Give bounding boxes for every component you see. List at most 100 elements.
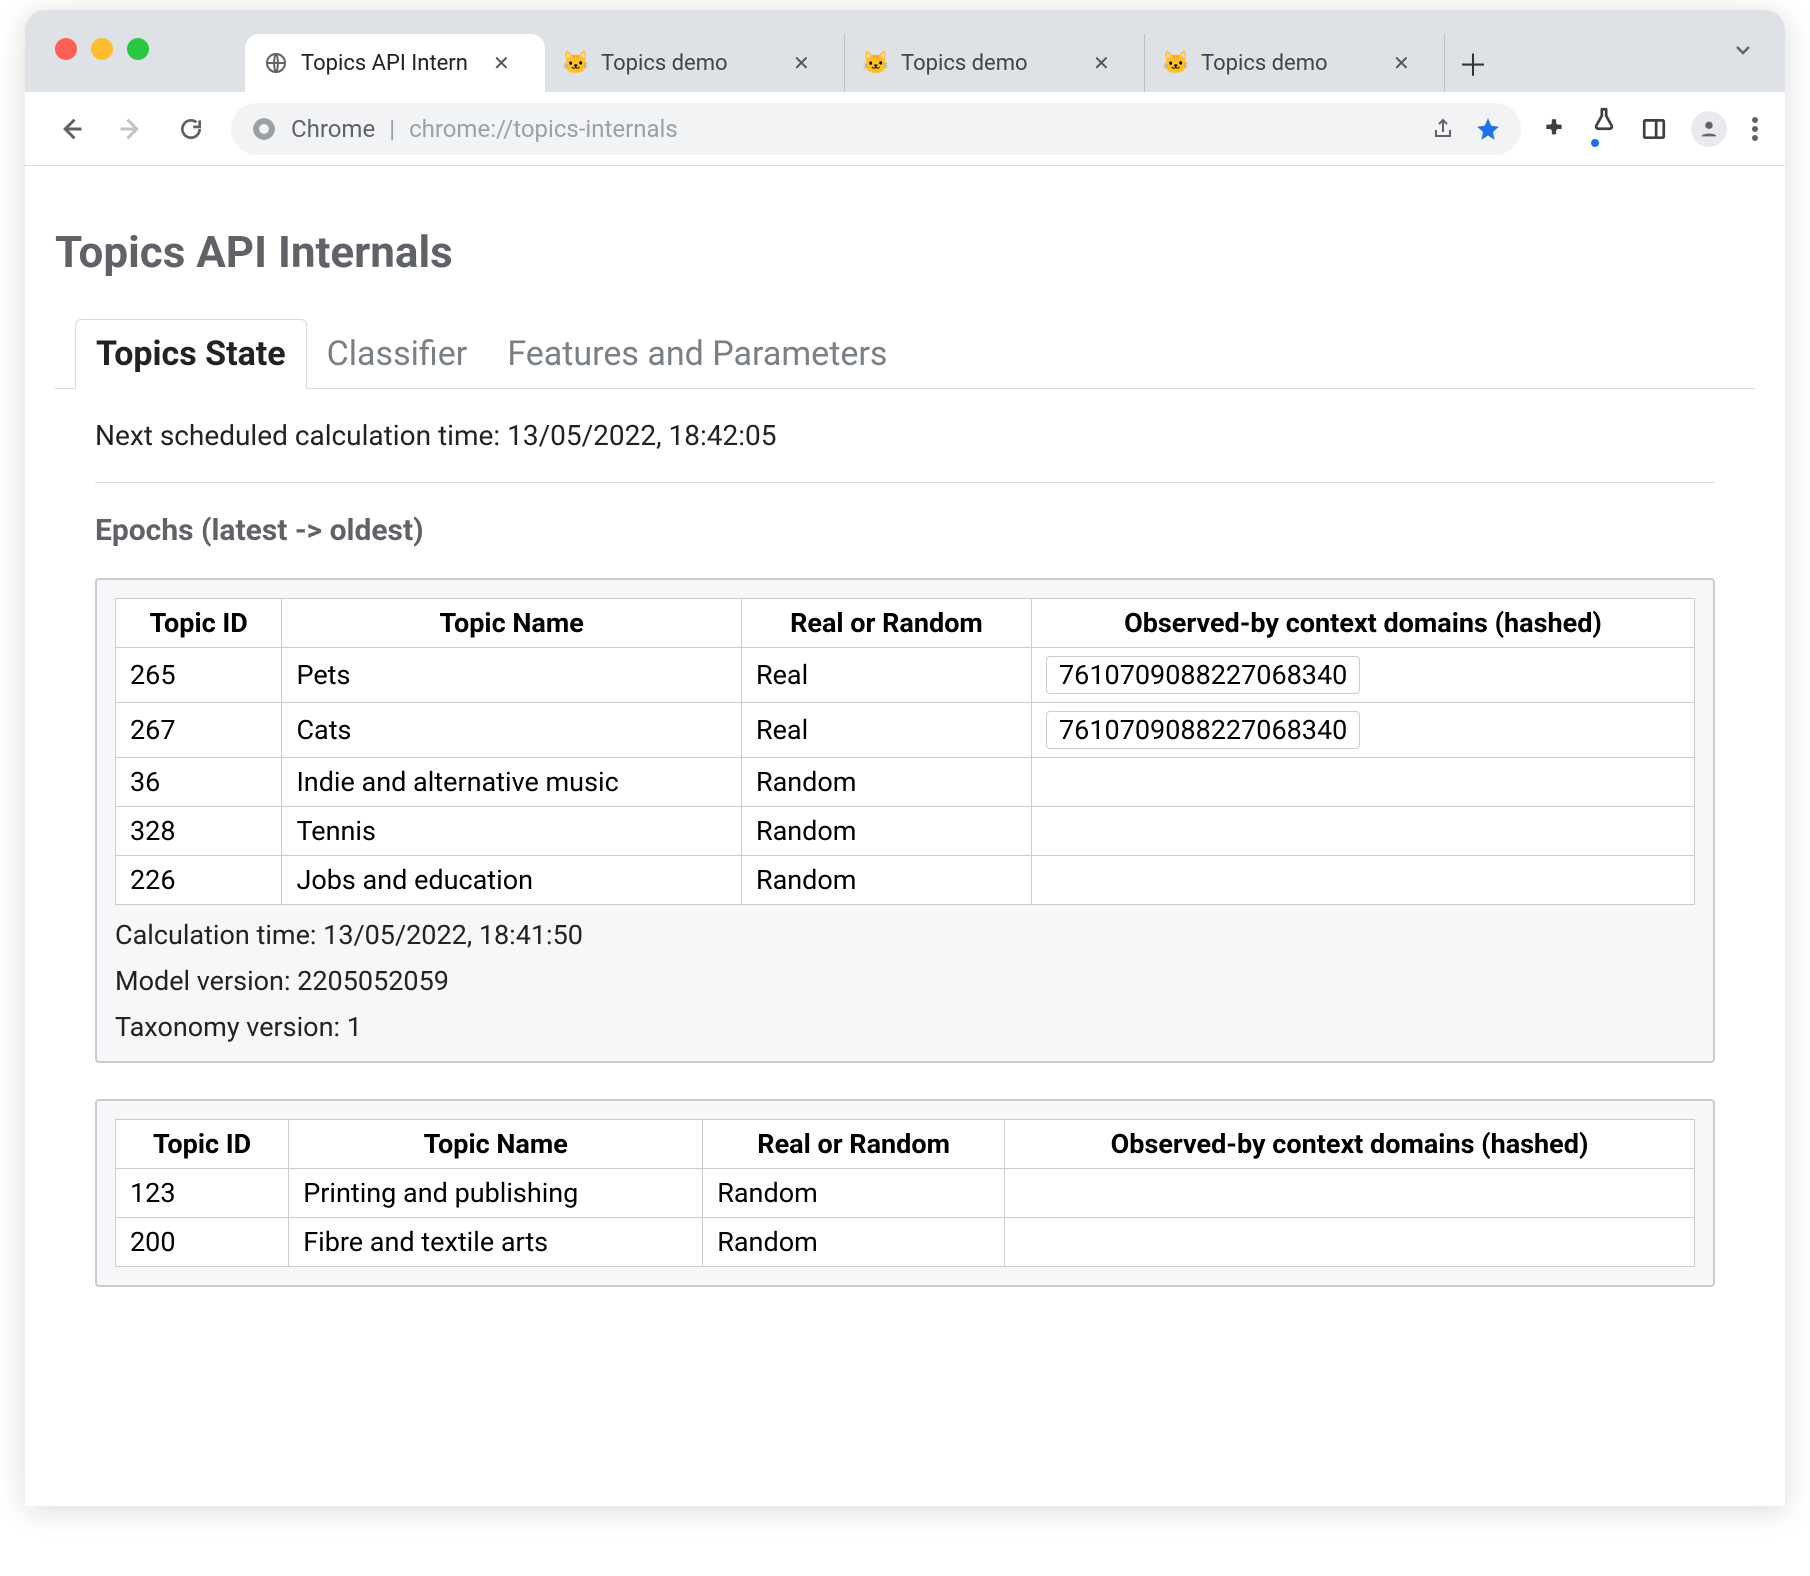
cat-icon: 🐱: [1163, 50, 1189, 76]
tab-close-icon[interactable]: ✕: [1393, 51, 1410, 75]
page-content: Topics API Internals Topics State Classi…: [25, 166, 1785, 1506]
url-path: chrome://topics-internals: [409, 115, 678, 143]
col-topic-name: Topic Name: [282, 599, 741, 648]
col-real-random: Real or Random: [741, 599, 1031, 648]
cell-topic-id: 265: [116, 648, 282, 703]
calc-time-label: Calculation time:: [115, 919, 323, 951]
col-real-random: Real or Random: [703, 1120, 1005, 1169]
epochs-heading: Epochs (latest -> oldest): [95, 513, 1715, 548]
table-row: 267 Cats Real 7610709088227068340: [116, 703, 1695, 758]
col-topic-id: Topic ID: [116, 1120, 289, 1169]
table-row: 226 Jobs and education Random: [116, 856, 1695, 905]
cell-topic-id: 328: [116, 807, 282, 856]
cell-kind: Random: [741, 758, 1031, 807]
address-bar[interactable]: Chrome | chrome://topics-internals: [231, 103, 1521, 155]
next-calc-line: Next scheduled calculation time: 13/05/2…: [95, 419, 1715, 452]
cell-kind: Random: [703, 1169, 1005, 1218]
tab-classifier[interactable]: Classifier: [307, 320, 488, 388]
epoch-box: Topic ID Topic Name Real or Random Obser…: [95, 578, 1715, 1063]
cell-topic-id: 36: [116, 758, 282, 807]
taxonomy-version-value: 1: [347, 1011, 362, 1043]
topics-state-panel: Next scheduled calculation time: 13/05/2…: [55, 389, 1755, 1287]
cell-topic-name: Tennis: [282, 807, 741, 856]
cell-topic-id: 226: [116, 856, 282, 905]
col-topic-id: Topic ID: [116, 599, 282, 648]
tab-close-icon[interactable]: ✕: [1093, 51, 1110, 75]
browser-tab[interactable]: 🐱 Topics demo ✕: [845, 34, 1145, 92]
col-topic-name: Topic Name: [289, 1120, 703, 1169]
browser-window: Topics API Intern ✕ 🐱 Topics demo ✕ 🐱 To…: [25, 10, 1785, 1506]
cell-hash: 7610709088227068340: [1032, 648, 1695, 703]
cell-hash: [1005, 1218, 1695, 1267]
cell-hash: [1032, 856, 1695, 905]
epoch-box: Topic ID Topic Name Real or Random Obser…: [95, 1099, 1715, 1287]
window-controls: [55, 38, 149, 60]
extensions-icon[interactable]: [1541, 116, 1567, 142]
divider: [95, 482, 1715, 483]
table-row: 123 Printing and publishing Random: [116, 1169, 1695, 1218]
cell-kind: Random: [741, 807, 1031, 856]
bookmark-star-icon[interactable]: [1475, 116, 1501, 142]
labs-icon[interactable]: [1591, 106, 1617, 151]
browser-tab[interactable]: Topics API Intern ✕: [245, 34, 545, 92]
tab-overflow-icon[interactable]: [1731, 38, 1755, 62]
side-panel-icon[interactable]: [1641, 116, 1667, 142]
topics-table: Topic ID Topic Name Real or Random Obser…: [115, 598, 1695, 905]
tab-close-icon[interactable]: ✕: [493, 51, 510, 75]
cell-kind: Real: [741, 703, 1031, 758]
page-tabs: Topics State Classifier Features and Par…: [55, 318, 1755, 389]
browser-tabs: Topics API Intern ✕ 🐱 Topics demo ✕ 🐱 To…: [245, 10, 1501, 92]
table-row: 36 Indie and alternative music Random: [116, 758, 1695, 807]
globe-icon: [263, 50, 289, 76]
window-close-button[interactable]: [55, 38, 77, 60]
browser-tab[interactable]: 🐱 Topics demo ✕: [545, 34, 845, 92]
nav-back-button[interactable]: [51, 109, 91, 149]
hash-chip: 7610709088227068340: [1046, 711, 1360, 749]
profile-avatar[interactable]: [1691, 111, 1727, 147]
tab-topics-state[interactable]: Topics State: [75, 319, 307, 389]
next-calc-value: 13/05/2022, 18:42:05: [507, 419, 776, 452]
tab-features-parameters[interactable]: Features and Parameters: [487, 320, 907, 388]
tab-title: Topics API Intern: [301, 51, 481, 76]
share-icon[interactable]: [1431, 117, 1455, 141]
cell-topic-id: 267: [116, 703, 282, 758]
tab-close-icon[interactable]: ✕: [793, 51, 810, 75]
cell-topic-id: 123: [116, 1169, 289, 1218]
toolbar-icons: [1541, 106, 1759, 151]
table-row: 328 Tennis Random: [116, 807, 1695, 856]
cell-kind: Real: [741, 648, 1031, 703]
page-title: Topics API Internals: [55, 226, 1755, 278]
reload-button[interactable]: [171, 109, 211, 149]
tab-title: Topics demo: [601, 51, 781, 76]
col-observed-by: Observed-by context domains (hashed): [1005, 1120, 1695, 1169]
new-tab-button[interactable]: ＋: [1445, 34, 1501, 92]
tab-title: Topics demo: [1201, 51, 1381, 76]
window-minimize-button[interactable]: [91, 38, 113, 60]
taxonomy-version-line: Taxonomy version: 1: [115, 1011, 1695, 1043]
table-header-row: Topic ID Topic Name Real or Random Obser…: [116, 599, 1695, 648]
next-calc-label: Next scheduled calculation time:: [95, 419, 507, 452]
cell-kind: Random: [703, 1218, 1005, 1267]
model-version-line: Model version: 2205052059: [115, 965, 1695, 997]
nav-forward-button[interactable]: [111, 109, 151, 149]
window-zoom-button[interactable]: [127, 38, 149, 60]
cell-topic-name: Jobs and education: [282, 856, 741, 905]
cell-hash: [1032, 758, 1695, 807]
cell-topic-name: Indie and alternative music: [282, 758, 741, 807]
tabstrip: Topics API Intern ✕ 🐱 Topics demo ✕ 🐱 To…: [25, 10, 1785, 92]
tab-title: Topics demo: [901, 51, 1081, 76]
browser-toolbar: Chrome | chrome://topics-internals: [25, 92, 1785, 166]
cell-hash: 7610709088227068340: [1032, 703, 1695, 758]
menu-dots-icon[interactable]: [1751, 116, 1759, 142]
cell-hash: [1032, 807, 1695, 856]
cell-kind: Random: [741, 856, 1031, 905]
table-row: 265 Pets Real 7610709088227068340: [116, 648, 1695, 703]
browser-tab[interactable]: 🐱 Topics demo ✕: [1145, 34, 1445, 92]
cell-hash: [1005, 1169, 1695, 1218]
chrome-icon: [251, 116, 277, 142]
cell-topic-name: Pets: [282, 648, 741, 703]
cell-topic-name: Printing and publishing: [289, 1169, 703, 1218]
calc-time-line: Calculation time: 13/05/2022, 18:41:50: [115, 919, 1695, 951]
model-version-label: Model version:: [115, 965, 297, 997]
cat-icon: 🐱: [863, 50, 889, 76]
